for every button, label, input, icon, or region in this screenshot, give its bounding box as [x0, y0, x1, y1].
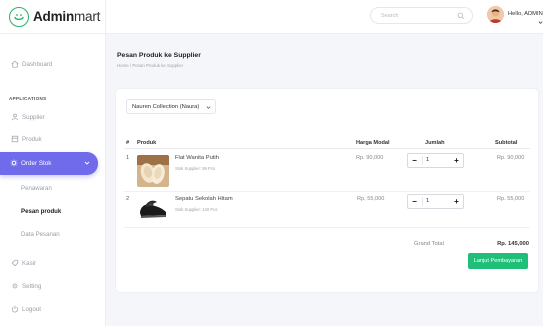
avatar[interactable] [487, 6, 504, 23]
sidebar-subitem-label: Penawaran [21, 184, 52, 192]
sidebar-item-label: Produk [22, 135, 42, 143]
settings-icon [10, 282, 19, 291]
topbar: Search Hello, ADMIN [106, 0, 543, 34]
sidebar-item-label: Supplier [22, 113, 45, 121]
table-divider [124, 148, 530, 149]
page-title: Pesan Produk ke Supplier [117, 52, 201, 59]
sidebar-item-label: Kasir [22, 259, 37, 267]
quantity-stepper: − 1 + [407, 194, 464, 209]
sidebar-subitem-label: Pesan produk [21, 207, 62, 215]
brand-name: Adminmart [33, 9, 101, 24]
product-name: Flat Wanita Putih [175, 155, 219, 161]
sidebar-item-setting[interactable]: Setting [0, 278, 106, 294]
product-price: Rp. 90,000 [356, 155, 384, 161]
quantity-input[interactable]: 1 [422, 197, 449, 206]
sidebar-item-order-stok[interactable]: Order Stok [0, 152, 98, 175]
increment-button[interactable]: + [452, 156, 461, 165]
sidebar-subitem-pesan-produk[interactable]: Pesan produk [0, 204, 106, 218]
supplier-select-value: Nauren Collection (Naura) [132, 103, 200, 110]
chevron-down-icon [84, 160, 90, 166]
sidebar-subitem-data-pesanan[interactable]: Data Pesanan [0, 227, 106, 241]
row-number: 1 [126, 155, 130, 161]
column-header-price: Harga Modal [356, 140, 390, 146]
increment-button[interactable]: + [452, 197, 461, 206]
sidebar-item-label: Logout [22, 305, 41, 313]
product-image [137, 193, 169, 221]
sidebar-item-label: Dashboard [22, 60, 53, 68]
sidebar-item-kasir[interactable]: Kasir [0, 255, 106, 271]
sidebar-subitem-penawaran[interactable]: Penawaran [0, 181, 106, 195]
row-divider [124, 191, 530, 192]
product-stock: Stok Supplier: 99 Pcs [175, 166, 216, 171]
brand[interactable]: Adminmart [0, 0, 105, 34]
chevron-down-icon[interactable] [538, 12, 543, 24]
column-header-subtotal: Subtotal [495, 140, 518, 146]
search-icon[interactable] [457, 12, 465, 20]
users-icon [10, 113, 19, 122]
box-icon [10, 135, 19, 144]
sidebar-subitem-label: Data Pesanan [21, 230, 60, 238]
supplier-select[interactable]: Nauren Collection (Naura) [126, 99, 216, 114]
sidebar-item-logout[interactable]: Logout [0, 301, 106, 317]
column-header-qty: Jumlah [425, 140, 445, 146]
decrement-button[interactable]: − [410, 156, 419, 165]
row-subtotal: Rp. 90,000 [497, 155, 525, 161]
search-placeholder: Search [381, 12, 399, 19]
search-input[interactable]: Search [370, 7, 473, 24]
product-price: Rp. 55,000 [357, 196, 385, 202]
gear-icon [10, 159, 19, 168]
sidebar-item-produk[interactable]: Produk [0, 131, 106, 147]
row-divider [124, 227, 530, 228]
breadcrumb[interactable]: Home / Pesan Produk ke Supplier [117, 63, 183, 68]
column-header-product: Produk [137, 140, 157, 146]
product-name: Sepatu Sekolah Hitam [175, 196, 233, 202]
quantity-stepper: − 1 + [407, 153, 464, 168]
product-stock: Stok Supplier: 440 Pcs [175, 207, 218, 212]
sidebar-item-supplier[interactable]: Supplier [0, 109, 106, 125]
sidebar-section-label: APPLICATIONS [9, 96, 47, 101]
grand-total-value: Rp. 145,000 [497, 241, 529, 247]
sidebar-item-label: Order Stok [21, 160, 52, 167]
decrement-button[interactable]: − [410, 197, 419, 206]
home-icon [10, 60, 19, 69]
continue-payment-button[interactable]: Lanjut Pembayaran [468, 253, 528, 269]
tag-icon [10, 259, 19, 268]
row-number: 2 [126, 196, 130, 202]
sidebar-item-dashboard[interactable]: Dashboard [0, 56, 106, 72]
sidebar-item-label: Setting [22, 282, 42, 290]
power-icon [10, 305, 19, 314]
chevron-down-icon [206, 105, 211, 110]
grand-total-label: Grand Total [414, 241, 444, 247]
quantity-input[interactable]: 1 [422, 156, 449, 165]
product-image [137, 155, 169, 187]
column-header-no: # [126, 140, 130, 146]
brand-logo-icon [9, 6, 29, 27]
row-subtotal: Rp. 55,000 [497, 196, 525, 202]
